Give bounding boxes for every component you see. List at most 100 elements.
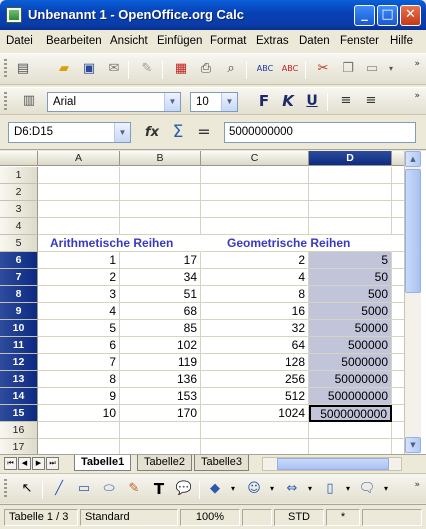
cell-d7[interactable]: 50 bbox=[309, 269, 392, 286]
cell-b8[interactable]: 51 bbox=[120, 286, 201, 303]
cell-a14[interactable]: 9 bbox=[38, 388, 120, 405]
row-header-5[interactable]: 5 bbox=[0, 235, 38, 252]
vertical-scrollbar[interactable]: ▲ ▼ bbox=[404, 151, 421, 454]
maximize-button[interactable]: □ bbox=[377, 5, 398, 26]
basic-shapes-icon[interactable]: ◆ bbox=[206, 480, 224, 498]
cell-b14[interactable]: 153 bbox=[120, 388, 201, 405]
row-header-15[interactable]: 15 bbox=[0, 405, 38, 422]
cell-b4[interactable] bbox=[120, 218, 201, 235]
bold-button[interactable]: F bbox=[255, 92, 273, 110]
select-arrow-icon[interactable]: ↖ bbox=[18, 480, 36, 498]
column-header-b[interactable]: B bbox=[120, 151, 201, 166]
page-preview-icon[interactable]: ⌕ bbox=[222, 60, 240, 78]
menu-hilfe[interactable]: Hilfe bbox=[390, 35, 413, 47]
cell-a16[interactable] bbox=[38, 422, 120, 439]
cell-d1[interactable] bbox=[309, 167, 392, 184]
cell-c11[interactable]: 64 bbox=[201, 337, 309, 354]
cell-b11[interactable]: 102 bbox=[120, 337, 201, 354]
chevron-down-icon[interactable]: ▾ bbox=[339, 480, 357, 498]
vertical-scroll-thumb[interactable] bbox=[405, 169, 421, 293]
align-left-icon[interactable]: ≡ bbox=[337, 92, 355, 110]
cell-c8[interactable]: 8 bbox=[201, 286, 309, 303]
cell-a10[interactable]: 5 bbox=[38, 320, 120, 337]
menu-einfuegen[interactable]: Einfügen bbox=[157, 35, 202, 47]
name-box[interactable]: D6:D15 ▼ bbox=[8, 122, 131, 143]
save-icon[interactable]: ▣ bbox=[80, 60, 98, 78]
styles-icon[interactable]: ▥ bbox=[20, 92, 38, 110]
cell-a3[interactable] bbox=[38, 201, 120, 218]
callout-tool-icon[interactable]: 💬 bbox=[175, 480, 193, 498]
cell-b16[interactable] bbox=[120, 422, 201, 439]
chevron-down-icon[interactable]: ▼ bbox=[164, 93, 180, 111]
cell-a9[interactable]: 4 bbox=[38, 303, 120, 320]
row-header-2[interactable]: 2 bbox=[0, 184, 38, 201]
row-header-3[interactable]: 3 bbox=[0, 201, 38, 218]
cell-c16[interactable] bbox=[201, 422, 309, 439]
cell-d9[interactable]: 5000 bbox=[309, 303, 392, 320]
heading-geometric[interactable]: Geometrische Reihen bbox=[201, 235, 392, 252]
font-name-select[interactable]: Arial ▼ bbox=[47, 92, 181, 112]
symbol-shapes-icon[interactable]: ☺ bbox=[245, 480, 263, 498]
font-size-select[interactable]: 10 ▼ bbox=[190, 92, 238, 112]
scroll-down-icon[interactable]: ▼ bbox=[405, 437, 421, 453]
spreadsheet-grid[interactable]: A B C D 1 2 3 4 5 Arithmetische Reihen Geometr… bbox=[0, 151, 426, 454]
zoom-level[interactable]: 100% bbox=[180, 509, 240, 526]
cell-d2[interactable] bbox=[309, 184, 392, 201]
paste-dropdown-icon[interactable]: ▾ bbox=[382, 60, 400, 78]
cell-a4[interactable] bbox=[38, 218, 120, 235]
cell-b6[interactable]: 17 bbox=[120, 252, 201, 269]
rectangle-tool-icon[interactable]: ▭ bbox=[75, 480, 93, 498]
cell-d4[interactable] bbox=[309, 218, 392, 235]
row-header-1[interactable]: 1 bbox=[0, 167, 38, 184]
cell-c12[interactable]: 128 bbox=[201, 354, 309, 371]
row-header-4[interactable]: 4 bbox=[0, 218, 38, 235]
spellcheck-icon[interactable]: ABC bbox=[256, 60, 274, 78]
horizontal-scrollbar[interactable] bbox=[262, 457, 402, 471]
toolbar-grip[interactable] bbox=[4, 59, 7, 79]
selection-mode[interactable]: STD bbox=[274, 509, 324, 526]
cell-c2[interactable] bbox=[201, 184, 309, 201]
cell-c15[interactable]: 1024 bbox=[201, 405, 309, 422]
cell-a17[interactable] bbox=[38, 439, 120, 454]
cell-b10[interactable]: 85 bbox=[120, 320, 201, 337]
minimize-button[interactable]: _ bbox=[354, 5, 375, 26]
cell-c7[interactable]: 4 bbox=[201, 269, 309, 286]
formula-input[interactable]: 5000000000 bbox=[224, 122, 416, 143]
menu-datei[interactable]: Datei bbox=[6, 35, 33, 47]
row-header-17[interactable]: 17 bbox=[0, 439, 38, 454]
calc-app-icon[interactable] bbox=[6, 7, 22, 23]
chevron-down-icon[interactable]: ▾ bbox=[263, 480, 281, 498]
column-header-d[interactable]: D bbox=[309, 151, 392, 166]
menu-fenster[interactable]: Fenster bbox=[340, 35, 379, 47]
cell-d17[interactable] bbox=[309, 439, 392, 454]
align-center-icon[interactable]: ≡ bbox=[362, 92, 380, 110]
cell-d16[interactable] bbox=[309, 422, 392, 439]
menu-bearbeiten[interactable]: Bearbeiten bbox=[46, 35, 102, 47]
copy-icon[interactable]: ❐ bbox=[339, 60, 357, 78]
heading-arithmetic[interactable]: Arithmetische Reihen bbox=[38, 235, 201, 252]
row-header-7[interactable]: 7 bbox=[0, 269, 38, 286]
cut-icon[interactable]: ✂ bbox=[314, 60, 332, 78]
cell-b15[interactable]: 170 bbox=[120, 405, 201, 422]
ellipse-tool-icon[interactable]: ⬭ bbox=[100, 480, 118, 498]
paste-icon[interactable]: ▭ bbox=[363, 60, 381, 78]
cell-a6[interactable]: 1 bbox=[38, 252, 120, 269]
chevron-down-icon[interactable]: ▾ bbox=[224, 480, 242, 498]
menu-format[interactable]: Format bbox=[210, 35, 246, 47]
cell-b1[interactable] bbox=[120, 167, 201, 184]
column-header-a[interactable]: A bbox=[38, 151, 120, 166]
toolbar-overflow-icon[interactable]: » bbox=[414, 481, 420, 490]
underline-button[interactable]: U bbox=[303, 92, 321, 110]
chevron-down-icon[interactable]: ▼ bbox=[221, 93, 237, 111]
sheet-tab-tabelle1[interactable]: Tabelle1 bbox=[74, 455, 132, 471]
cell-a11[interactable]: 6 bbox=[38, 337, 120, 354]
cell-a2[interactable] bbox=[38, 184, 120, 201]
row-header-8[interactable]: 8 bbox=[0, 286, 38, 303]
flowchart-icon[interactable]: ▯ bbox=[321, 480, 339, 498]
first-sheet-icon[interactable]: ⏮ bbox=[4, 457, 17, 470]
row-header-6[interactable]: 6 bbox=[0, 252, 38, 269]
cell-b7[interactable]: 34 bbox=[120, 269, 201, 286]
column-header-c[interactable]: C bbox=[201, 151, 309, 166]
cell-a12[interactable]: 7 bbox=[38, 354, 120, 371]
print-icon[interactable]: ⎙ bbox=[197, 60, 215, 78]
